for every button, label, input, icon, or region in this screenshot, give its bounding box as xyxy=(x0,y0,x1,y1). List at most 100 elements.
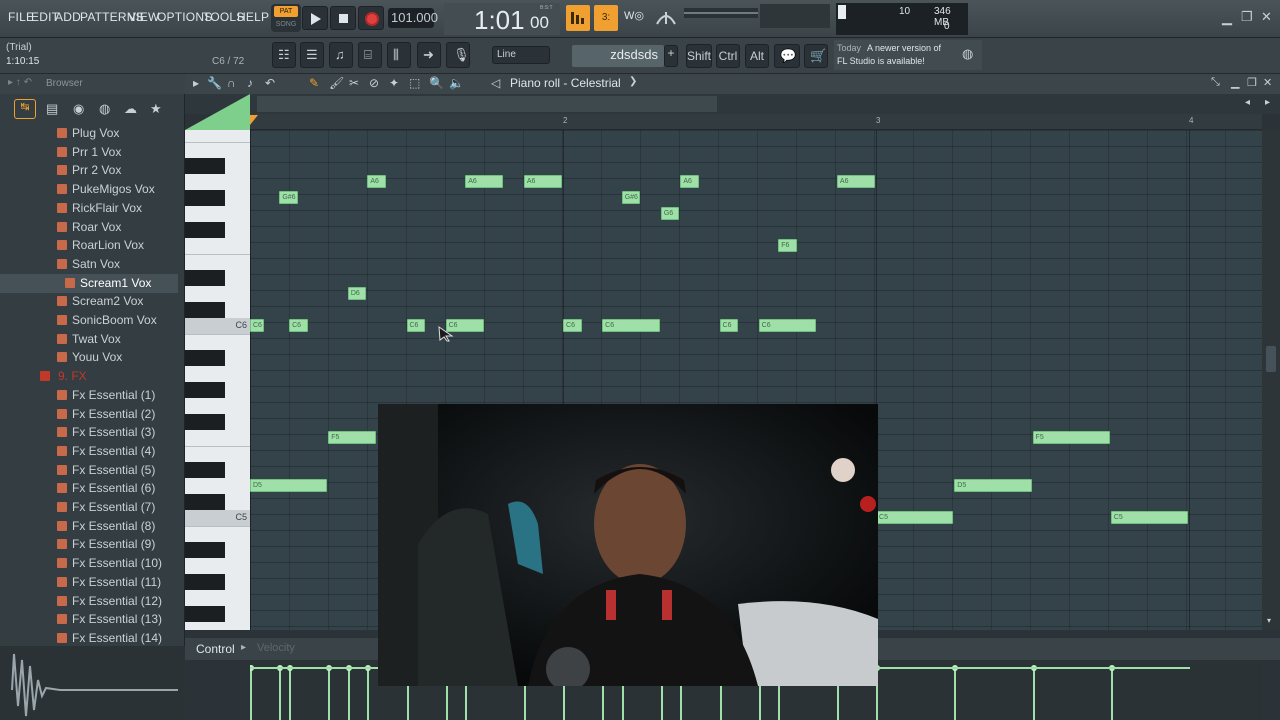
velocity-bar[interactable] xyxy=(345,665,352,720)
note-block[interactable]: G#6 xyxy=(279,191,298,204)
vertical-scroll-thumb[interactable] xyxy=(1266,346,1276,372)
minimize-icon[interactable]: ▁ xyxy=(1222,10,1232,26)
note-block[interactable]: C5 xyxy=(1110,511,1189,524)
browser-item[interactable]: Fx Essential (7) xyxy=(0,498,178,517)
control-dropdown-icon[interactable]: ▸ xyxy=(241,642,246,653)
note-block[interactable]: A6 xyxy=(465,175,504,188)
all-tab-icon[interactable]: ↹ xyxy=(14,99,36,119)
plugins-tab-icon[interactable]: ◉ xyxy=(73,101,84,117)
shift-button[interactable]: Shift xyxy=(686,44,712,68)
piano-roll-button[interactable]: ♫ xyxy=(329,42,353,68)
browser-item[interactable]: Prr 1 Vox xyxy=(0,143,178,162)
note-block[interactable]: A6 xyxy=(523,175,563,188)
note-block[interactable]: G6 xyxy=(660,207,680,220)
song-time-display[interactable]: 1:01 00 B:S:T xyxy=(444,3,560,35)
browser-item[interactable]: RoarLion Vox xyxy=(0,236,178,255)
note-block[interactable]: D5 xyxy=(954,479,1032,492)
note-block[interactable]: A6 xyxy=(367,175,386,188)
note-block[interactable]: C6 xyxy=(719,319,739,332)
black-key[interactable] xyxy=(185,222,225,238)
browser-item[interactable]: Fx Essential (5) xyxy=(0,461,178,480)
alt-button[interactable]: Alt xyxy=(745,44,769,68)
piano-keyboard[interactable]: C6 C5 xyxy=(185,130,250,630)
black-key[interactable] xyxy=(185,382,225,398)
scroll-right-icon[interactable]: ▸ xyxy=(1265,97,1270,108)
metronome-button[interactable] xyxy=(566,5,590,31)
channel-rack-button[interactable]: ☰ xyxy=(300,42,324,68)
add-pattern-button[interactable]: + xyxy=(664,45,678,67)
black-key[interactable] xyxy=(185,158,225,174)
browser-folder[interactable]: 9. FX xyxy=(0,367,178,386)
browser-item[interactable]: Fx Essential (13) xyxy=(0,610,178,629)
wrench-icon[interactable]: 🔧 xyxy=(207,76,222,90)
play-button[interactable] xyxy=(302,6,328,30)
browser-item[interactable]: Fx Essential (8) xyxy=(0,517,178,536)
black-key[interactable] xyxy=(185,350,225,366)
black-key[interactable] xyxy=(185,462,225,478)
browser-item[interactable]: RickFlair Vox xyxy=(0,199,178,218)
note-block[interactable]: D5 xyxy=(250,479,328,492)
browser-item[interactable]: Fx Essential (9) xyxy=(0,535,178,554)
note-block[interactable]: F5 xyxy=(328,431,377,444)
layout-icon[interactable]: ⤡ xyxy=(1211,76,1220,89)
browser-item[interactable]: Prr 2 Vox xyxy=(0,161,178,180)
pencil-icon[interactable]: ✎ xyxy=(309,76,319,90)
menu-view[interactable]: VIEW xyxy=(128,10,159,24)
shop-button[interactable]: 🛒 xyxy=(804,44,828,68)
velocity-bar[interactable] xyxy=(1108,665,1115,720)
mixer-button[interactable]: ⫼ xyxy=(387,42,411,68)
browser-item[interactable]: Fx Essential (12) xyxy=(0,592,178,611)
countdown-icon[interactable] xyxy=(654,6,678,30)
magnet-icon[interactable]: ∩ xyxy=(227,76,236,90)
select-tool-icon[interactable]: ⬚ xyxy=(409,76,420,90)
c-key[interactable]: C5 xyxy=(185,510,250,526)
browser-item[interactable]: Fx Essential (11) xyxy=(0,573,178,592)
cloud-tab-icon[interactable]: ☁ xyxy=(124,101,137,117)
overview-scroll[interactable] xyxy=(257,96,717,112)
browser-item[interactable]: Fx Essential (4) xyxy=(0,442,178,461)
globe-icon[interactable]: ◍ xyxy=(962,46,973,62)
menu-add[interactable]: ADD xyxy=(55,10,81,24)
note-block[interactable]: F5 xyxy=(1032,431,1110,444)
black-key[interactable] xyxy=(185,542,225,558)
browser-item[interactable]: PukeMigos Vox xyxy=(0,180,178,199)
note-block[interactable]: C6 xyxy=(289,319,308,332)
stop-button[interactable] xyxy=(330,6,356,30)
master-volume-slider[interactable] xyxy=(684,8,758,18)
browser-item[interactable]: Fx Essential (10) xyxy=(0,554,178,573)
browser-item[interactable]: Roar Vox xyxy=(0,218,178,237)
browser-nav-icon[interactable]: ▸ ↑ ↶ xyxy=(8,77,32,88)
black-key[interactable] xyxy=(185,494,225,510)
restore-icon[interactable]: ❐ xyxy=(1241,9,1253,25)
database-tab-icon[interactable]: ◍ xyxy=(99,101,110,117)
pr-maximize-icon[interactable]: ❐ xyxy=(1247,76,1257,89)
black-key[interactable] xyxy=(185,302,225,318)
browser-item[interactable]: Fx Essential (6) xyxy=(0,479,178,498)
velocity-bar[interactable] xyxy=(277,665,284,720)
velocity-bar[interactable] xyxy=(365,665,372,720)
black-key[interactable] xyxy=(185,190,225,206)
velocity-bar[interactable] xyxy=(326,665,333,720)
piano-roll-overview[interactable]: ◂ ▸ xyxy=(185,94,1280,130)
wait-input-icon[interactable]: W◎ xyxy=(624,9,650,27)
vertical-scrollbar[interactable]: ▾ xyxy=(1262,130,1280,630)
note-block[interactable]: G#6 xyxy=(621,191,641,204)
note-block[interactable]: F6 xyxy=(778,239,797,252)
browser-item[interactable]: Fx Essential (2) xyxy=(0,405,178,424)
browser-item[interactable]: Scream2 Vox xyxy=(0,292,178,311)
slice-tool-icon[interactable]: ✦ xyxy=(389,76,399,90)
velocity-bar[interactable] xyxy=(952,665,959,720)
control-param[interactable]: Velocity xyxy=(257,642,295,654)
playlist-button[interactable]: ☷ xyxy=(272,42,296,68)
note-icon[interactable]: ♪ xyxy=(247,76,253,90)
record-button[interactable] xyxy=(358,6,384,30)
black-key[interactable] xyxy=(185,270,225,286)
channel-arrow-icon[interactable]: ❯ xyxy=(629,76,637,87)
step-mode-icon[interactable]: 3: xyxy=(594,5,618,31)
speaker-icon[interactable]: ◁ xyxy=(491,76,500,90)
velocity-bar[interactable] xyxy=(1030,665,1037,720)
note-block[interactable]: A6 xyxy=(680,175,699,188)
zoom-handle[interactable] xyxy=(185,94,250,130)
black-key[interactable] xyxy=(185,606,225,622)
pattern-selector[interactable]: zdsdsds xyxy=(572,45,664,67)
